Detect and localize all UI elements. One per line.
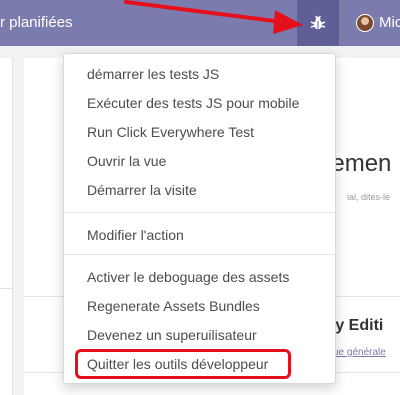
annotation-arrow (124, 0, 303, 34)
